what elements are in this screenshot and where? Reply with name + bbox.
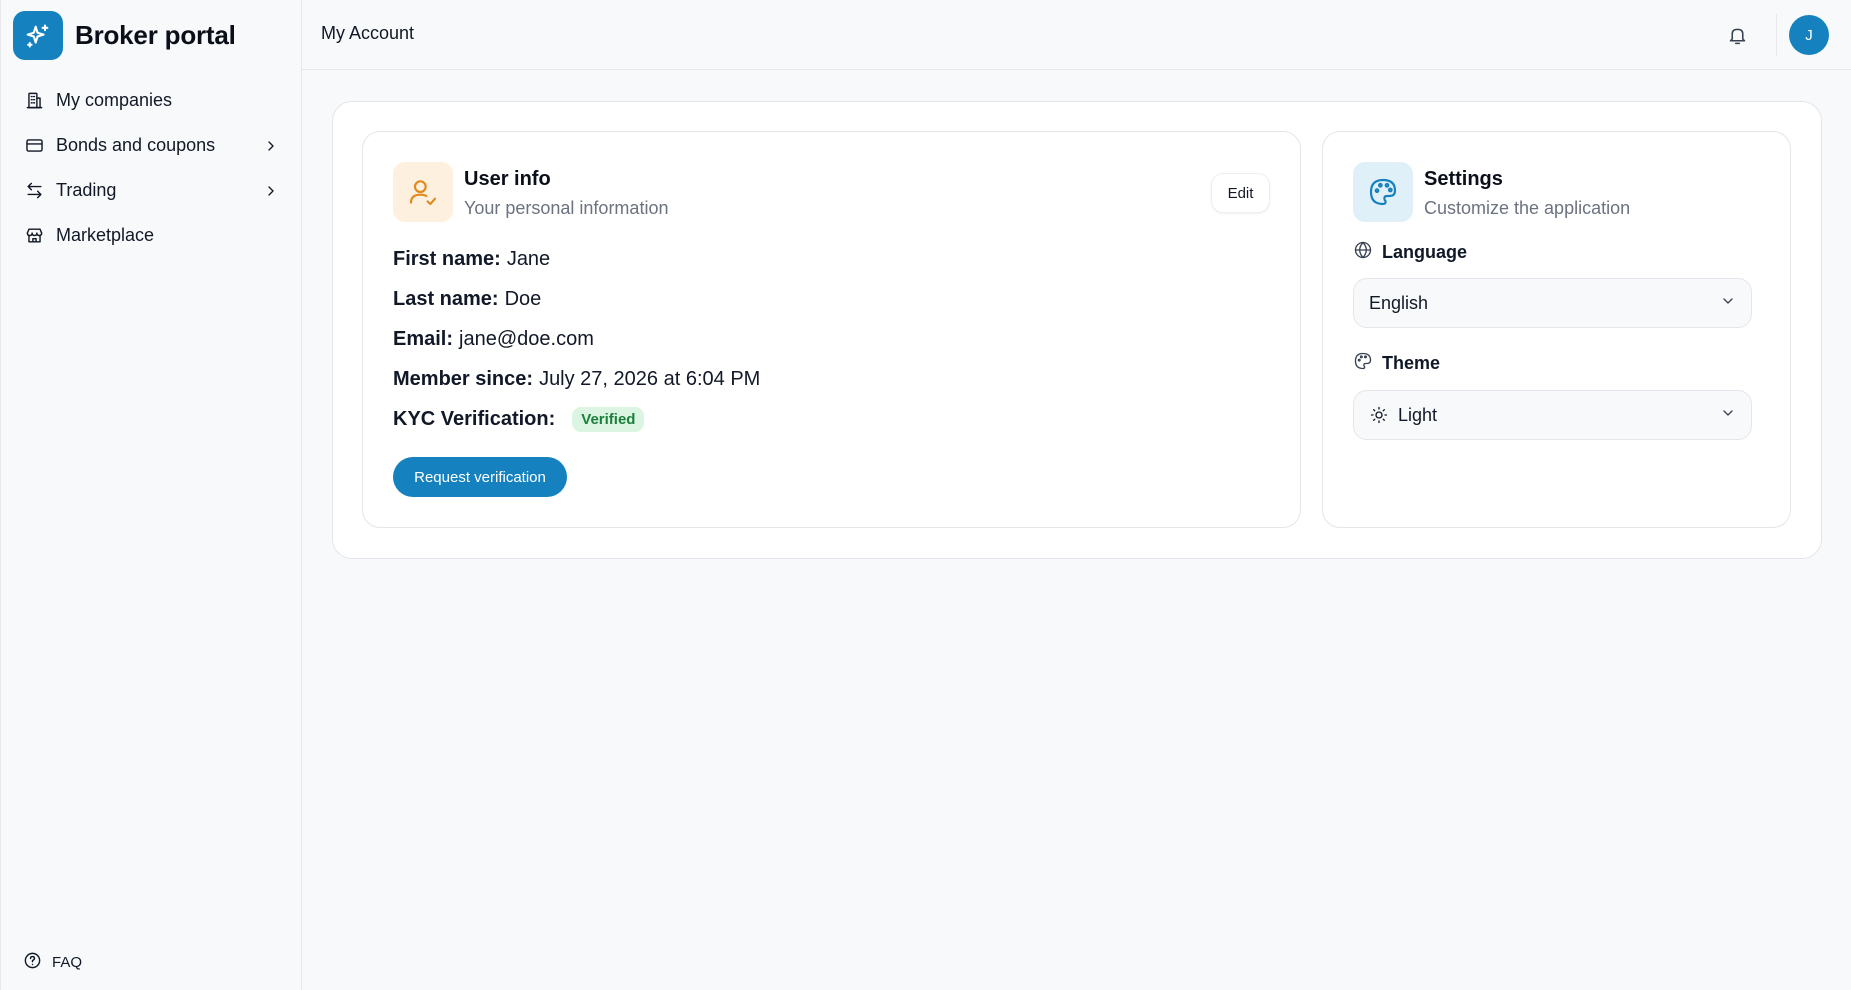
field-value: July 27, 2026 at 6:04 PM — [539, 367, 761, 390]
field-value: Jane — [506, 247, 551, 270]
settings-card: Settings Customize the application Langu… — [1322, 131, 1791, 528]
sidebar-item-label: Trading — [56, 180, 117, 200]
sun-icon — [1369, 405, 1389, 425]
credit-card-icon — [23, 135, 45, 157]
user-check-icon — [393, 162, 453, 222]
help-circle-icon — [23, 951, 42, 974]
building-icon — [23, 90, 45, 112]
user-info-subtitle: Your personal information — [464, 198, 669, 218]
sidebar-nav: My companies Bonds and coupons Trading M… — [15, 78, 291, 258]
language-label: Language — [1353, 240, 1467, 265]
edit-button[interactable]: Edit — [1211, 173, 1270, 213]
field-label: First name: — [393, 247, 501, 270]
language-select[interactable]: English — [1353, 278, 1752, 328]
status-badge: Verified — [572, 406, 645, 432]
brand-title: Broker portal — [75, 20, 236, 50]
chevron-down-icon — [1720, 293, 1736, 314]
store-icon — [23, 225, 45, 247]
field-label: KYC Verification: — [393, 407, 556, 430]
brand[interactable]: Broker portal — [13, 11, 236, 60]
sidebar-item-trading[interactable]: Trading — [15, 168, 291, 213]
sidebar: Broker portal My companies Bonds and cou… — [0, 0, 302, 990]
avatar[interactable]: J — [1789, 15, 1829, 55]
theme-label-text: Theme — [1382, 353, 1441, 373]
arrows-exchange-icon — [23, 180, 45, 202]
field-label: Email: — [393, 327, 454, 350]
user-info-header: User info Your personal information — [393, 162, 668, 222]
user-info-title: User info — [464, 168, 551, 190]
header-divider — [1776, 14, 1777, 56]
theme-label: Theme — [1353, 351, 1440, 376]
language-value: English — [1369, 292, 1429, 313]
chevron-down-icon — [1720, 405, 1736, 426]
sidebar-item-label: Marketplace — [56, 225, 155, 245]
sidebar-item-label: Bonds and coupons — [56, 135, 216, 155]
chevron-right-icon — [261, 181, 281, 201]
sparkles-icon — [13, 11, 63, 60]
theme-select[interactable]: Light — [1353, 390, 1752, 440]
settings-header: Settings Customize the application — [1353, 162, 1630, 222]
theme-value: Light — [1398, 404, 1438, 425]
settings-subtitle: Customize the application — [1424, 198, 1631, 218]
request-verification-button[interactable]: Request verification — [393, 457, 567, 497]
sidebar-item-bonds-and-coupons[interactable]: Bonds and coupons — [15, 123, 291, 168]
top-header: My Account J — [302, 0, 1851, 70]
field-label: Last name: — [393, 287, 499, 310]
user-fields: First name: Jane Last name: Doe Email: j… — [393, 239, 760, 439]
field-label: Member since: — [393, 367, 534, 390]
field-member-since: Member since: July 27, 2026 at 6:04 PM — [393, 359, 760, 399]
field-value: jane@doe.com — [459, 327, 594, 350]
field-value: Doe — [504, 287, 542, 310]
field-email: Email: jane@doe.com — [393, 319, 760, 359]
settings-title: Settings — [1424, 168, 1503, 190]
field-kyc: KYC Verification: Verified — [393, 399, 760, 439]
sidebar-item-label: My companies — [56, 90, 173, 110]
chevron-right-icon — [261, 136, 281, 156]
faq-label: FAQ — [52, 954, 83, 971]
field-last-name: Last name: Doe — [393, 279, 760, 319]
palette-small-icon — [1353, 351, 1373, 376]
globe-icon — [1353, 240, 1373, 265]
language-label-text: Language — [1382, 242, 1468, 262]
palette-icon — [1353, 162, 1413, 222]
faq-link[interactable]: FAQ — [23, 951, 82, 974]
sidebar-item-my-companies[interactable]: My companies — [15, 78, 291, 123]
field-first-name: First name: Jane — [393, 239, 760, 279]
page-title: My Account — [321, 23, 415, 43]
user-info-card: User info Your personal information Edit… — [362, 131, 1301, 528]
sidebar-item-marketplace[interactable]: Marketplace — [15, 213, 291, 258]
bell-icon[interactable] — [1722, 20, 1752, 50]
